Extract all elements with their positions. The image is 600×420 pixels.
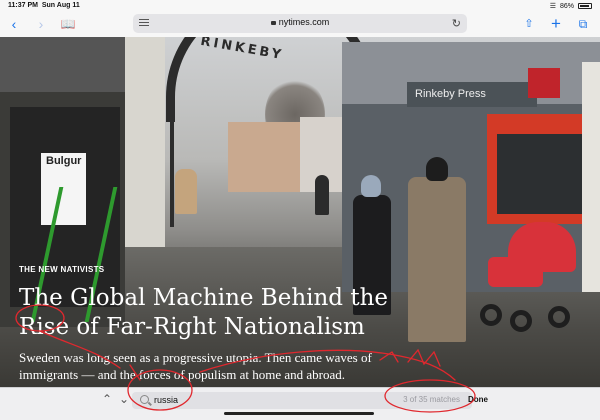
red-stroller: [478, 222, 576, 332]
article-summary: Sweden was long seen as a progressive ut…: [19, 350, 372, 382]
bookmarks-icon[interactable]: 📖: [58, 15, 78, 33]
battery-icon: [578, 3, 592, 9]
pedestrian: [408, 157, 466, 342]
chevron-up-icon[interactable]: ⌃: [100, 392, 114, 406]
reload-icon[interactable]: ↻: [452, 17, 461, 30]
find-query[interactable]: russia: [154, 395, 178, 405]
find-on-page-bar: ⌃ ⌄ russia 3 of 35 matches Done: [0, 387, 600, 420]
back-icon[interactable]: ‹: [4, 15, 24, 33]
background-building: [228, 122, 308, 192]
battery-percent: 86%: [559, 2, 574, 10]
status-right: ☰ 86%: [550, 2, 592, 10]
status-bar: 11:37 PM Sun Aug 11 ☰ 86%: [0, 0, 600, 12]
article-headline: The Global Machine Behind the Rise of Fa…: [19, 285, 388, 340]
tabs-icon[interactable]: ⧉: [573, 15, 593, 33]
new-tab-icon[interactable]: +: [546, 15, 566, 33]
home-indicator[interactable]: [224, 412, 374, 415]
forward-icon[interactable]: ›: [31, 15, 51, 33]
arch-pole: [170, 77, 174, 227]
pedestrian: [175, 169, 197, 214]
wifi-icon: ☰: [549, 3, 556, 10]
find-input[interactable]: russia 3 of 35 matches: [132, 392, 472, 409]
pedestrian: [315, 175, 329, 215]
chevron-down-icon[interactable]: ⌄: [117, 392, 131, 406]
url-text[interactable]: nytimes.com: [133, 17, 467, 27]
article-kicker[interactable]: THE NEW NATIVISTS: [19, 265, 104, 274]
status-time: 11:37 PM Sun Aug 11: [8, 2, 80, 9]
article-hero-image: RINKEBY Bulgur Rinkeby Press THE NEW NAT…: [0, 37, 600, 387]
battery-fill: [580, 5, 589, 7]
browser-toolbar: ‹ › 📖 nytimes.com ↻ ⇧ + ⧉: [0, 12, 600, 38]
search-icon: [140, 395, 149, 404]
match-count: 3 of 35 matches: [403, 395, 460, 404]
done-button[interactable]: Done: [468, 395, 488, 404]
share-icon[interactable]: ⇧: [519, 15, 539, 33]
lock-icon: [270, 21, 276, 25]
rinkeby-press-sign: Rinkeby Press: [407, 82, 537, 107]
address-bar[interactable]: nytimes.com ↻: [133, 14, 467, 33]
